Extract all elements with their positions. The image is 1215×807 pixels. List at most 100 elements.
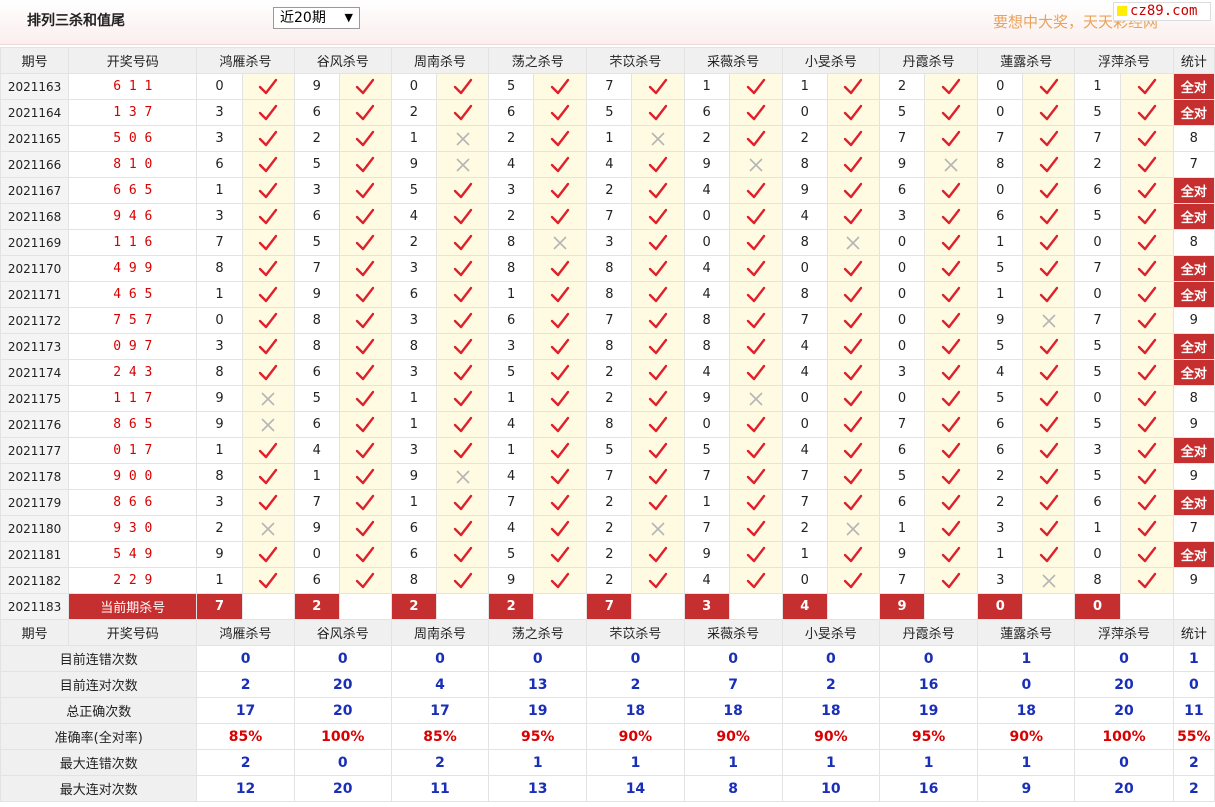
kill-number-cell: 2 xyxy=(977,489,1024,516)
stat-cell: 全对 xyxy=(1172,73,1215,100)
kill-number-cell: 3 xyxy=(878,359,926,386)
kill-number-cell: 3 xyxy=(196,125,243,152)
check-icon xyxy=(631,203,685,230)
check-icon xyxy=(924,99,979,126)
check-icon xyxy=(533,359,588,386)
current-kill-number: 9 xyxy=(878,593,926,620)
summary-value: 95% xyxy=(488,723,588,750)
kill-number-cell: 5 xyxy=(1074,359,1121,386)
summary-value: 0 xyxy=(683,645,783,672)
blank-cell xyxy=(435,593,490,620)
check-icon xyxy=(728,73,783,100)
stat-cell: 全对 xyxy=(1172,99,1215,126)
blank-cell xyxy=(826,593,880,620)
check-icon xyxy=(1119,125,1174,152)
check-icon xyxy=(241,73,295,100)
kill-number-cell: 7 xyxy=(683,515,730,542)
summary-stat: 11 xyxy=(1172,697,1215,724)
summary-value: 0 xyxy=(1074,645,1174,672)
header-expert: 采薇杀号 xyxy=(683,47,783,74)
draw-cell: 1 1 6 xyxy=(68,229,198,256)
period-cell: 2021169 xyxy=(0,229,70,256)
kill-number-cell: 6 xyxy=(293,359,340,386)
summary-header-row: 期号 开奖号码 鸿雁杀号 谷风杀号 周南杀号 荡之杀号 芣苡杀号 采薇杀号 小旻杀号 丹霞杀号 蓮露… xyxy=(0,619,1215,646)
kill-number-cell: 4 xyxy=(683,255,730,282)
check-icon xyxy=(826,281,880,308)
summary-stat: 2 xyxy=(1172,749,1215,776)
check-icon xyxy=(631,411,685,438)
summary-value: 0 xyxy=(878,645,979,672)
kill-number-cell: 6 xyxy=(1074,177,1121,204)
summary-header-expert: 小旻杀号 xyxy=(781,619,880,646)
table-row: 2021181 5 4 9 9 0 6 5 2 9 1 9 1 0 全对 xyxy=(0,541,1215,568)
summary-value: 1 xyxy=(683,749,783,776)
period-select[interactable]: 近20期 ▼ xyxy=(273,7,360,29)
check-icon xyxy=(924,255,979,282)
kill-number-cell: 4 xyxy=(488,151,535,178)
check-icon xyxy=(241,229,295,256)
summary-header-expert: 采薇杀号 xyxy=(683,619,783,646)
kill-number-cell: 7 xyxy=(293,489,340,516)
kill-number-cell: 6 xyxy=(878,437,926,464)
summary-label: 最大连对次数 xyxy=(0,775,198,802)
kill-number-cell: 7 xyxy=(977,125,1024,152)
kill-number-cell: 6 xyxy=(390,281,437,308)
summary-row: 总正确次数 17 20 17 19 18 18 18 19 18 20 11 xyxy=(0,697,1215,724)
kill-number-cell: 2 xyxy=(586,541,633,568)
summary-header-expert: 芣苡杀号 xyxy=(586,619,685,646)
kill-number-cell: 5 xyxy=(977,385,1024,412)
site-logo[interactable]: cz89.com xyxy=(1113,2,1211,21)
check-icon xyxy=(435,255,490,282)
check-icon xyxy=(435,567,490,594)
check-icon xyxy=(1022,203,1076,230)
summary-value: 2 xyxy=(781,671,880,698)
check-icon xyxy=(728,281,783,308)
summary-value: 100% xyxy=(1074,723,1174,750)
kill-number-cell: 9 xyxy=(488,567,535,594)
period-cell: 2021164 xyxy=(0,99,70,126)
summary-value: 0 xyxy=(977,671,1076,698)
summary-label: 最大连错次数 xyxy=(0,749,198,776)
summary-label: 准确率(全对率) xyxy=(0,723,198,750)
current-kill-number: 0 xyxy=(977,593,1024,620)
summary-value: 85% xyxy=(196,723,295,750)
kill-number-cell: 2 xyxy=(781,125,828,152)
check-icon xyxy=(1022,229,1076,256)
kill-number-cell: 1 xyxy=(196,177,243,204)
summary-value: 4 xyxy=(390,671,490,698)
stat-cell: 8 xyxy=(1172,385,1215,412)
header-expert: 谷风杀号 xyxy=(293,47,392,74)
kill-number-cell: 8 xyxy=(781,151,828,178)
summary-value: 2 xyxy=(390,749,490,776)
kill-number-cell: 0 xyxy=(390,73,437,100)
check-icon xyxy=(631,567,685,594)
kill-number-cell: 0 xyxy=(878,281,926,308)
kill-number-cell: 6 xyxy=(977,411,1024,438)
check-icon xyxy=(924,333,979,360)
check-icon xyxy=(338,359,392,386)
blank-cell xyxy=(924,593,979,620)
kill-number-cell: 7 xyxy=(781,307,828,334)
check-icon xyxy=(728,177,783,204)
kill-number-cell: 8 xyxy=(390,333,437,360)
check-icon xyxy=(631,99,685,126)
period-cell: 2021180 xyxy=(0,515,70,542)
summary-header-expert: 谷风杀号 xyxy=(293,619,392,646)
summary-value: 90% xyxy=(683,723,783,750)
stat-cell: 8 xyxy=(1172,125,1215,152)
check-icon xyxy=(631,437,685,464)
table-row: 2021176 8 6 596148007659 xyxy=(0,411,1215,438)
table-row: 2021167 6 6 5 1 3 5 3 2 4 9 6 0 6 全对 xyxy=(0,177,1215,204)
check-icon xyxy=(728,333,783,360)
kill-number-cell: 5 xyxy=(878,463,926,490)
period-cell: 2021172 xyxy=(0,307,70,334)
check-icon xyxy=(631,333,685,360)
check-icon xyxy=(728,99,783,126)
kill-number-cell: 1 xyxy=(977,229,1024,256)
kill-number-cell: 7 xyxy=(781,489,828,516)
stat-cell: 全对 xyxy=(1172,255,1215,282)
kill-number-cell: 6 xyxy=(1074,489,1121,516)
summary-value: 17 xyxy=(390,697,490,724)
kill-number-cell: 3 xyxy=(878,203,926,230)
table-row: 2021171 4 6 5 1 9 6 1 8 4 8 0 1 0 全对 xyxy=(0,281,1215,308)
